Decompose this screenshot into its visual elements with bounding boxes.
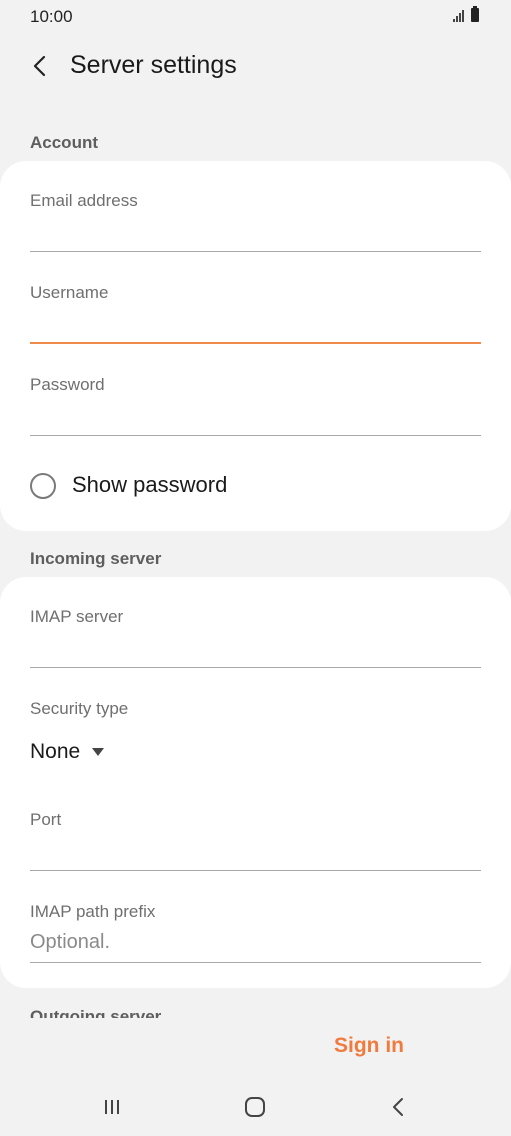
chevron-left-icon xyxy=(33,55,46,77)
battery-icon xyxy=(471,6,479,22)
imap-server-field[interactable] xyxy=(30,635,481,665)
imap-server-underline xyxy=(30,667,481,668)
signal-icon xyxy=(453,10,464,22)
home-button[interactable] xyxy=(235,1092,275,1122)
show-password-checkbox[interactable] xyxy=(30,473,56,499)
page-title: Server settings xyxy=(70,51,237,79)
home-icon xyxy=(245,1097,265,1117)
path-prefix-underline xyxy=(30,962,481,963)
navigation-bar xyxy=(0,1080,511,1136)
imap-server-label: IMAP server xyxy=(30,607,124,626)
email-label: Email address xyxy=(30,191,138,210)
port-underline xyxy=(30,870,481,871)
triangle-down-icon xyxy=(92,748,105,756)
sign-in-button[interactable]: Sign in xyxy=(334,1034,404,1058)
password-underline xyxy=(30,435,481,436)
nav-back-button[interactable] xyxy=(378,1092,418,1122)
back-button[interactable] xyxy=(26,50,54,82)
username-underline xyxy=(30,342,481,344)
incoming-section-header: Incoming server xyxy=(30,549,162,568)
account-section-header: Account xyxy=(30,133,98,152)
account-card: Email address Username Password Show pas… xyxy=(0,161,511,531)
app-bar: Server settings xyxy=(0,44,511,90)
password-label: Password xyxy=(30,375,105,394)
security-type-value: None xyxy=(30,740,81,763)
status-icons xyxy=(453,6,479,22)
status-bar: 10:00 xyxy=(0,0,511,34)
port-field[interactable] xyxy=(30,838,481,868)
password-field[interactable] xyxy=(30,403,481,433)
email-underline xyxy=(30,251,481,252)
incoming-card: IMAP server Security type None Port IMAP… xyxy=(0,577,511,988)
path-prefix-field[interactable] xyxy=(30,927,481,957)
security-type-dropdown[interactable]: None xyxy=(30,740,105,764)
status-time: 10:00 xyxy=(30,7,73,26)
path-prefix-label: IMAP path prefix xyxy=(30,902,156,921)
security-type-label: Security type xyxy=(30,699,129,718)
email-field[interactable] xyxy=(30,219,481,249)
show-password-label[interactable]: Show password xyxy=(72,472,227,498)
recents-button[interactable] xyxy=(92,1092,132,1122)
recents-icon xyxy=(105,1100,119,1114)
username-field[interactable] xyxy=(30,311,481,341)
outgoing-section-header: Outgoing server xyxy=(30,1007,162,1018)
username-label: Username xyxy=(30,283,109,302)
port-label: Port xyxy=(30,810,62,829)
back-icon xyxy=(393,1098,403,1116)
